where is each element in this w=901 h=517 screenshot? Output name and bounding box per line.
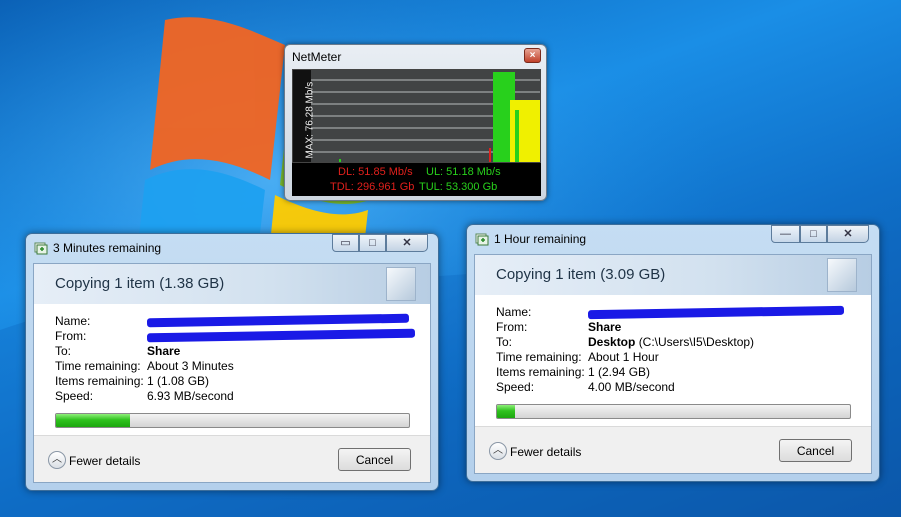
fewer-details-link[interactable]: Fewer details bbox=[510, 445, 581, 459]
copy-progress-bar bbox=[496, 404, 851, 419]
speed-value: 6.93 MB/second bbox=[147, 389, 234, 403]
time-remaining-label: Time remaining: bbox=[496, 350, 582, 364]
netmeter-max-label: MAX: 76.28 Mb/s bbox=[304, 81, 316, 159]
close-button[interactable]: ✕ bbox=[827, 225, 869, 243]
redacted-name bbox=[146, 313, 410, 328]
netmeter-dl: DL: 51.85 Mb/s bbox=[338, 166, 413, 178]
time-remaining-label: Time remaining: bbox=[55, 359, 141, 373]
items-remaining-label: Items remaining: bbox=[496, 365, 585, 379]
progress-fill bbox=[497, 405, 515, 418]
netmeter-ul: UL: 51.18 Mb/s bbox=[426, 166, 501, 178]
netmeter-graph: MAX: 76.28 Mb/s bbox=[292, 69, 541, 163]
netmeter-window[interactable]: NetMeter × MAX: 76.28 Mb/s DL: 51.85 Mb/… bbox=[284, 44, 547, 201]
cancel-button[interactable]: Cancel bbox=[338, 448, 411, 471]
maximize-button[interactable]: □ bbox=[800, 225, 827, 243]
time-remaining-value: About 1 Hour bbox=[588, 350, 659, 364]
dialog-body: Copying 1 item (1.38 GB) Name: From: To:… bbox=[33, 263, 431, 483]
name-label: Name: bbox=[496, 305, 532, 319]
to-value-path: (C:\Users\I5\Desktop) bbox=[638, 335, 755, 349]
minimize-button[interactable]: ▭ bbox=[332, 234, 359, 252]
netmeter-graph-canvas bbox=[293, 70, 540, 162]
copy-heading: Copying 1 item (3.09 GB) bbox=[496, 266, 666, 283]
to-value: Share bbox=[147, 344, 181, 358]
window-title: 1 Hour remaining bbox=[494, 232, 587, 246]
speed-label: Speed: bbox=[55, 389, 94, 403]
minimize-button[interactable]: — bbox=[771, 225, 800, 243]
close-button[interactable]: ✕ bbox=[386, 234, 428, 252]
window-title: 3 Minutes remaining bbox=[53, 241, 162, 255]
netmeter-tul: TUL: 53.300 Gb bbox=[419, 181, 498, 193]
to-value: Desktop (C:\Users\I5\Desktop) bbox=[588, 335, 754, 349]
dialog-header: Copying 1 item (1.38 GB) bbox=[34, 264, 430, 304]
progress-fill bbox=[56, 414, 131, 427]
items-remaining-value: 1 (1.08 GB) bbox=[147, 374, 210, 388]
copy-heading: Copying 1 item (1.38 GB) bbox=[55, 275, 225, 292]
dialog-body: Copying 1 item (3.09 GB) Name: From: Sha… bbox=[474, 254, 872, 474]
copy-dialog-right[interactable]: 1 Hour remaining — □ ✕ Copying 1 item (3… bbox=[466, 224, 880, 482]
from-label: From: bbox=[55, 329, 87, 343]
fewer-details-link[interactable]: Fewer details bbox=[69, 454, 140, 468]
decorative-panel-icon bbox=[386, 267, 416, 301]
items-remaining-label: Items remaining: bbox=[55, 374, 144, 388]
copy-progress-bar bbox=[55, 413, 410, 428]
redacted-name bbox=[587, 305, 845, 320]
time-remaining-value: About 3 Minutes bbox=[147, 359, 234, 373]
dialog-footer: ︿ Fewer details Cancel bbox=[34, 435, 430, 482]
chevron-up-icon[interactable]: ︿ bbox=[48, 451, 66, 469]
copy-icon bbox=[34, 242, 48, 255]
name-label: Name: bbox=[55, 314, 91, 328]
cancel-button[interactable]: Cancel bbox=[779, 439, 852, 462]
maximize-button[interactable]: □ bbox=[359, 234, 386, 252]
chevron-up-icon[interactable]: ︿ bbox=[489, 442, 507, 460]
copy-dialog-left[interactable]: 3 Minutes remaining ▭ □ ✕ Copying 1 item… bbox=[25, 233, 439, 491]
netmeter-tdl: TDL: 296.961 Gb bbox=[330, 181, 415, 193]
to-label: To: bbox=[496, 335, 513, 349]
netmeter-title: NetMeter bbox=[292, 50, 342, 64]
speed-value: 4.00 MB/second bbox=[588, 380, 675, 394]
items-remaining-value: 1 (2.94 GB) bbox=[588, 365, 651, 379]
to-value-folder: Desktop bbox=[588, 335, 636, 349]
dialog-footer: ︿ Fewer details Cancel bbox=[475, 426, 871, 473]
copy-icon bbox=[475, 233, 489, 246]
decorative-panel-icon bbox=[827, 258, 857, 292]
netmeter-stats: DL: 51.85 Mb/s UL: 51.18 Mb/s TDL: 296.9… bbox=[292, 163, 541, 196]
from-label: From: bbox=[496, 320, 528, 334]
redacted-from bbox=[146, 328, 416, 343]
dialog-header: Copying 1 item (3.09 GB) bbox=[475, 255, 871, 295]
from-value: Share bbox=[588, 320, 622, 334]
speed-label: Speed: bbox=[496, 380, 535, 394]
close-icon[interactable]: × bbox=[524, 48, 541, 63]
to-label: To: bbox=[55, 344, 72, 358]
